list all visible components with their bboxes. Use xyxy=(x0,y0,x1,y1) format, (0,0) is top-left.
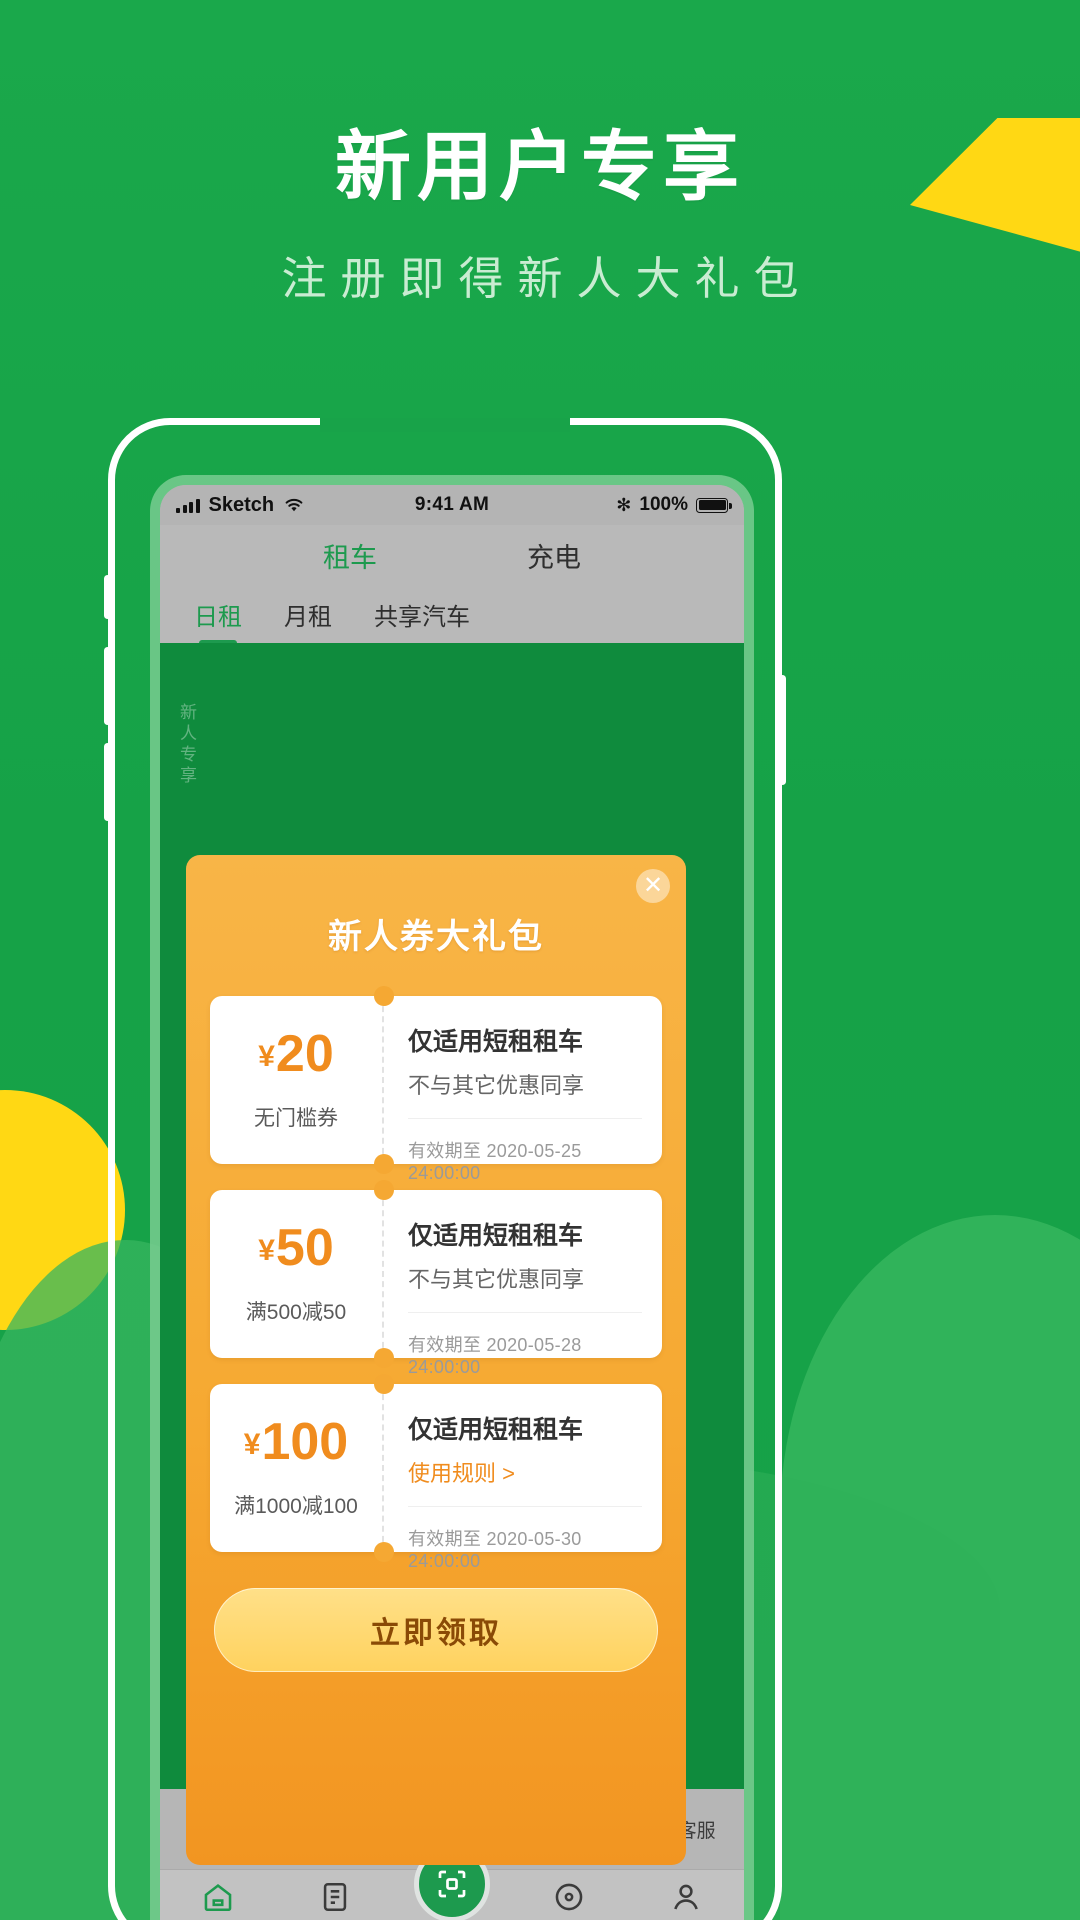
promo-subheadline: 注册即得新人大礼包 xyxy=(281,252,813,304)
coupon-info-side: 仅适用短租租车 不与其它优惠同享 有效期至 2020-05-25 24:00:0… xyxy=(384,996,662,1183)
tabbar-item-scan[interactable]: 扫码充电 xyxy=(394,1846,511,1920)
tab-rent-car[interactable]: 租车 xyxy=(323,536,377,575)
coupon-notch-top xyxy=(374,986,394,1006)
status-bar: Sketch 9:41 AM ✻ 100% xyxy=(160,485,744,525)
app-content-area: 新人专享 违章办理 罚单缴费 小桔加油 公务派车 咨询客服 首页 xyxy=(160,643,744,1920)
phone-mockup: Sketch 9:41 AM ✻ 100% 租车 充电 日租 月租 共享汽车 新… xyxy=(104,418,786,1920)
coupon-title: 仅适用短租租车 xyxy=(408,1222,584,1250)
coupon-value-side: ¥20 无门槛券 xyxy=(210,996,384,1164)
status-bar-left: Sketch xyxy=(176,494,415,517)
new-user-coupon-modal: ✕ 新人券大礼包 ¥20 无门槛券 仅适用短租租车 不与其它优惠同享 有效期至 … xyxy=(186,855,686,1865)
app-background-text: 新人专享 xyxy=(177,703,196,787)
coupon-currency: ¥ xyxy=(258,1234,275,1267)
top-nav-tabs: 租车 充电 xyxy=(160,525,744,585)
subtab-daily-rent[interactable]: 日租 xyxy=(194,597,242,632)
promo-headline-block: 新用户专享 注册即得新人大礼包 xyxy=(0,128,1080,307)
signal-bars-icon xyxy=(176,498,200,513)
tabbar-item-home[interactable]: 首页 xyxy=(160,1880,277,1920)
coupon-condition: 满1000减100 xyxy=(234,1495,358,1518)
coupon-card[interactable]: ¥100 满1000减100 仅适用短租租车 使用规则 > 有效期至 2020-… xyxy=(210,1374,662,1571)
tab-charging[interactable]: 充电 xyxy=(527,536,581,575)
phone-screen: Sketch 9:41 AM ✻ 100% 租车 充电 日租 月租 共享汽车 新… xyxy=(160,485,744,1920)
bluetooth-icon: ✻ xyxy=(616,495,632,515)
coupon-usage-rules-link[interactable]: 使用规则 > xyxy=(408,1456,642,1488)
compass-icon xyxy=(555,1883,583,1911)
sub-tabs: 日租 月租 共享汽车 xyxy=(160,585,744,643)
scan-qr-icon xyxy=(438,1870,466,1898)
phone-volume-down-button xyxy=(104,743,111,821)
coupon-validity: 有效期至 2020-05-25 24:00:00 xyxy=(408,1141,582,1183)
coupon-title: 仅适用短租租车 xyxy=(408,1416,584,1444)
coupon-notch-top xyxy=(374,1180,394,1200)
coupon-value-side: ¥100 满1000减100 xyxy=(210,1384,384,1552)
promo-headline: 新用户专享 xyxy=(335,125,745,210)
phone-notch xyxy=(320,418,570,432)
close-icon[interactable]: ✕ xyxy=(636,869,670,903)
tabbar-item-discover[interactable]: 发现 xyxy=(510,1880,627,1920)
bottom-tab-bar: 首页 订单 扫码充电 xyxy=(160,1846,744,1920)
coupon-card[interactable]: ¥50 满500减50 仅适用短租租车 不与其它优惠同享 有效期至 2020-0… xyxy=(210,1180,662,1377)
coupon-amount: ¥20 xyxy=(258,1028,334,1080)
order-list-icon xyxy=(323,1882,347,1912)
subtab-shared-car[interactable]: 共享汽车 xyxy=(374,597,470,632)
coupon-amount-number: 100 xyxy=(261,1413,349,1471)
coupon-title: 仅适用短租租车 xyxy=(408,1028,584,1056)
coupon-notch-bottom xyxy=(374,1154,394,1174)
claim-now-button[interactable]: 立即领取 xyxy=(214,1588,658,1672)
user-icon xyxy=(673,1884,698,1910)
coupon-subtitle: 不与其它优惠同享 xyxy=(408,1073,585,1098)
coupon-list: ¥20 无门槛券 仅适用短租租车 不与其它优惠同享 有效期至 2020-05-2… xyxy=(186,958,686,1571)
phone-mute-switch xyxy=(104,575,111,619)
status-bar-right: ✻ 100% xyxy=(489,494,732,516)
coupon-amount-number: 20 xyxy=(275,1025,334,1083)
coupon-amount-number: 50 xyxy=(275,1219,334,1277)
coupon-notch-bottom xyxy=(374,1348,394,1368)
coupon-validity: 有效期至 2020-05-28 24:00:00 xyxy=(408,1335,582,1377)
home-icon xyxy=(205,1884,232,1912)
carrier-label: Sketch xyxy=(208,493,275,516)
coupon-validity: 有效期至 2020-05-30 24:00:00 xyxy=(408,1529,582,1571)
coupon-notch-top xyxy=(374,1374,394,1394)
wifi-icon xyxy=(285,498,303,512)
coupon-currency: ¥ xyxy=(243,1428,261,1461)
modal-title: 新人券大礼包 xyxy=(328,918,544,956)
battery-full-icon xyxy=(696,497,732,513)
subtab-monthly-rent[interactable]: 月租 xyxy=(284,597,332,632)
battery-percent-label: 100% xyxy=(639,494,688,515)
phone-power-button xyxy=(779,675,786,785)
phone-volume-up-button xyxy=(104,647,111,725)
coupon-info-side: 仅适用短租租车 使用规则 > 有效期至 2020-05-30 24:00:00 xyxy=(384,1384,662,1571)
tabbar-item-profile[interactable]: 我的 xyxy=(627,1880,744,1920)
status-bar-time: 9:41 AM xyxy=(414,494,490,515)
coupon-subtitle: 不与其它优惠同享 xyxy=(408,1267,585,1292)
coupon-amount: ¥50 xyxy=(258,1222,334,1274)
coupon-notch-bottom xyxy=(374,1542,394,1562)
coupon-card[interactable]: ¥20 无门槛券 仅适用短租租车 不与其它优惠同享 有效期至 2020-05-2… xyxy=(210,986,662,1183)
coupon-currency: ¥ xyxy=(258,1040,275,1073)
coupon-condition: 无门槛券 xyxy=(254,1107,338,1130)
coupon-value-side: ¥50 满500减50 xyxy=(210,1190,384,1358)
coupon-condition: 满500减50 xyxy=(245,1301,347,1324)
tabbar-item-orders[interactable]: 订单 xyxy=(277,1880,394,1920)
coupon-info-side: 仅适用短租租车 不与其它优惠同享 有效期至 2020-05-28 24:00:0… xyxy=(384,1190,662,1377)
coupon-amount: ¥100 xyxy=(244,1416,348,1468)
